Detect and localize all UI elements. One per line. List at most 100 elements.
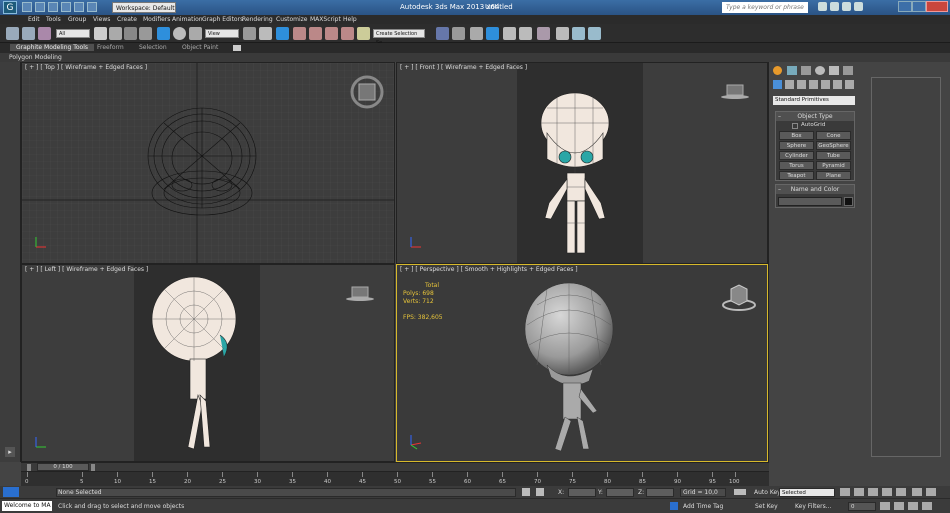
select-object-icon[interactable] (94, 27, 107, 40)
prev-key-icon[interactable] (854, 488, 864, 496)
window-crossing-icon[interactable] (139, 27, 152, 40)
menu-animation[interactable]: Animation (172, 16, 203, 23)
app-logo-icon[interactable]: G (3, 1, 17, 14)
tab-graphite-modeling-tools[interactable]: Graphite Modeling Tools (10, 44, 95, 51)
display-tab-icon[interactable] (829, 66, 839, 75)
pan-icon[interactable] (880, 502, 890, 510)
primitive-category-dropdown[interactable]: Standard Primitives (773, 96, 855, 105)
autogrid-checkbox[interactable] (792, 123, 798, 129)
spinner-snap-icon[interactable] (341, 27, 354, 40)
viewport-perspective[interactable]: [ + ] [ Perspective ] [ Smooth + Highlig… (396, 264, 768, 462)
material-editor-icon[interactable] (537, 27, 550, 40)
schematic-view-icon[interactable] (519, 27, 532, 40)
ribbon-toggle-icon[interactable] (233, 45, 241, 51)
motion-tab-icon[interactable] (815, 66, 825, 75)
zoom-icon[interactable] (912, 488, 922, 496)
current-frame-field[interactable]: 0 (848, 502, 876, 511)
time-slider[interactable]: 0 / 100 (21, 462, 769, 471)
pyramid-button[interactable]: Pyramid (816, 161, 851, 170)
cone-button[interactable]: Cone (816, 131, 851, 140)
binoculars-icon[interactable] (818, 2, 827, 11)
viewport-label-front[interactable]: [ + ] [ Front ] [ Wireframe + Edged Face… (400, 64, 527, 71)
angle-snap-icon[interactable] (309, 27, 322, 40)
sphere-button[interactable]: Sphere (779, 141, 814, 150)
systems-icon[interactable] (845, 80, 854, 89)
x-coordinate-field[interactable] (568, 488, 596, 497)
tab-freeform[interactable]: Freeform (97, 44, 124, 51)
bind-spacewarp-icon[interactable] (38, 27, 51, 40)
auto-key-label[interactable]: Auto Key (754, 489, 781, 496)
y-coordinate-field[interactable] (606, 488, 634, 497)
plane-button[interactable]: Plane (816, 171, 851, 180)
menu-modifiers[interactable]: Modifiers (143, 16, 170, 23)
star-icon[interactable] (842, 2, 851, 11)
time-tag-icon[interactable] (670, 502, 678, 510)
goto-start-icon[interactable] (840, 488, 850, 496)
unlink-icon[interactable] (22, 27, 35, 40)
object-type-header[interactable]: – Object Type (776, 112, 854, 121)
close-button[interactable] (926, 1, 948, 12)
tab-selection[interactable]: Selection (139, 44, 167, 51)
pivot-center-icon[interactable] (243, 27, 256, 40)
snaps-toggle-icon[interactable] (293, 27, 306, 40)
reference-coordinate-dropdown[interactable]: View (205, 29, 239, 38)
torus-button[interactable]: Torus (779, 161, 814, 170)
workspace-dropdown[interactable]: Workspace: Default (112, 2, 176, 13)
select-by-name-icon[interactable] (109, 27, 122, 40)
menu-customize[interactable]: Customize (276, 16, 308, 23)
undo-icon[interactable] (61, 2, 71, 12)
geometry-icon[interactable] (773, 80, 782, 89)
menu-group[interactable]: Group (68, 16, 86, 23)
hierarchy-tab-icon[interactable] (801, 66, 811, 75)
viewport-left[interactable]: [ + ] [ Left ] [ Wireframe + Edged Faces… (21, 264, 395, 462)
helpers-icon[interactable] (821, 80, 830, 89)
save-icon[interactable] (48, 2, 58, 12)
tube-button[interactable]: Tube (816, 151, 851, 160)
geosphere-button[interactable]: GeoSphere (816, 141, 851, 150)
new-icon[interactable] (22, 2, 32, 12)
maximize-viewport-icon[interactable] (922, 502, 932, 510)
render-production-icon[interactable] (588, 27, 601, 40)
rect-selection-icon[interactable] (124, 27, 137, 40)
object-name-field[interactable] (778, 197, 842, 206)
utilities-tab-icon[interactable] (843, 66, 853, 75)
viewport-top[interactable]: [ + ] [ Top ] [ Wireframe + Edged Faces … (21, 62, 395, 264)
key-filters-button[interactable]: Key Filters... (795, 503, 832, 510)
teapot-button[interactable]: Teapot (779, 171, 814, 180)
name-color-header[interactable]: – Name and Color (776, 185, 854, 194)
search-input[interactable]: Type a keyword or phrase (722, 2, 808, 13)
mirror-icon[interactable] (436, 27, 449, 40)
polygon-modeling-panel[interactable]: Polygon Modeling (0, 53, 950, 62)
menu-rendering[interactable]: Rendering (242, 16, 273, 23)
box-button[interactable]: Box (779, 131, 814, 140)
next-key-icon[interactable] (882, 488, 892, 496)
maximize-button[interactable] (912, 1, 926, 12)
field-of-view-icon[interactable] (908, 502, 918, 510)
menu-create[interactable]: Create (117, 16, 137, 23)
time-slider-thumb[interactable]: 0 / 100 (37, 463, 89, 471)
select-scale-icon[interactable] (189, 27, 202, 40)
lights-icon[interactable] (797, 80, 806, 89)
key-mode-dropdown[interactable]: Selected (779, 488, 835, 497)
z-coordinate-field[interactable] (646, 488, 674, 497)
edit-named-selection-icon[interactable] (357, 27, 370, 40)
named-selection-sets-dropdown[interactable]: Create Selection Se (373, 29, 425, 46)
menu-edit[interactable]: Edit (28, 16, 40, 23)
link-icon[interactable] (6, 27, 19, 40)
modify-tab-icon[interactable] (787, 66, 797, 75)
menu-graph-editors[interactable]: Graph Editors (202, 16, 243, 23)
minimize-button[interactable] (898, 1, 912, 12)
prev-frame-icon[interactable] (27, 464, 31, 471)
spacewarps-icon[interactable] (833, 80, 842, 89)
cameras-icon[interactable] (809, 80, 818, 89)
add-time-tag[interactable]: Add Time Tag (683, 503, 723, 510)
viewport-label-perspective[interactable]: [ + ] [ Perspective ] [ Smooth + Highlig… (400, 266, 578, 273)
selection-filter-dropdown[interactable]: All (56, 29, 90, 38)
absolute-mode-icon[interactable] (536, 488, 544, 496)
goto-end-icon[interactable] (896, 488, 906, 496)
open-icon[interactable] (35, 2, 45, 12)
graphite-toggle-icon[interactable] (486, 27, 499, 40)
menu-maxscript[interactable]: MAXScript (310, 16, 341, 23)
align-icon[interactable] (452, 27, 465, 40)
object-color-swatch[interactable] (844, 197, 853, 206)
